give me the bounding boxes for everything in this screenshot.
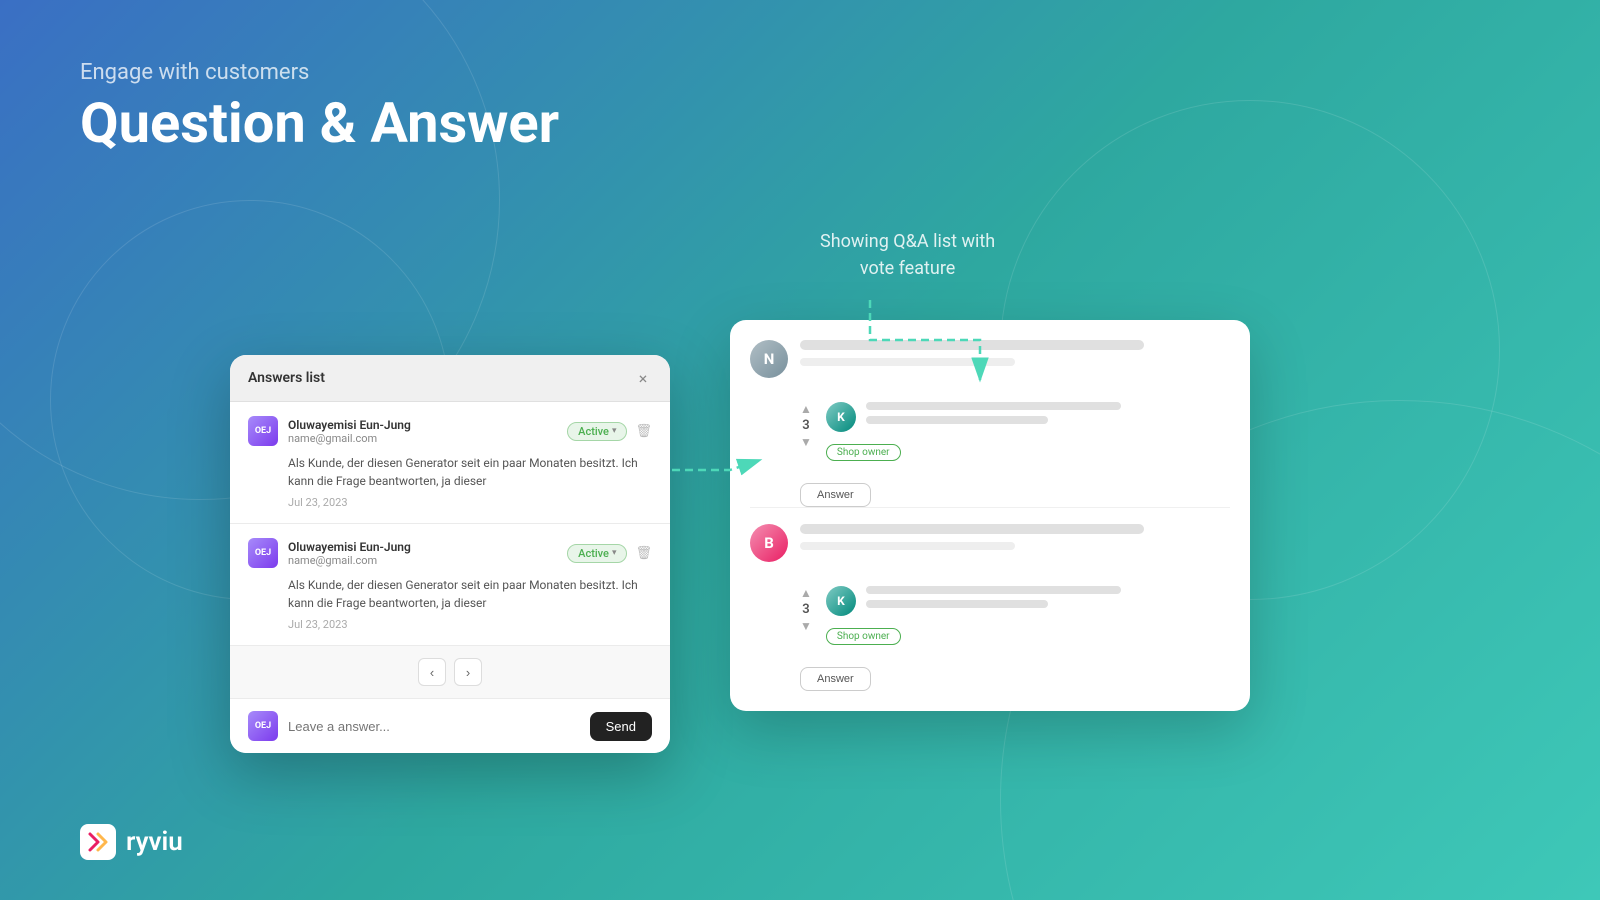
qa-panel: N ▲ 3 ▼ K Shop owner Answer B: [730, 320, 1250, 711]
qa-question-bar: [800, 340, 1144, 350]
reply-bar: [866, 402, 1121, 410]
qa-avatar-b: B: [750, 524, 788, 562]
header: Engage with customers Question & Answer: [80, 60, 559, 155]
chevron-down-icon: ▾: [612, 548, 617, 558]
answer-user: OEJ Oluwayemisi Eun-Jung name@gmail.com: [248, 416, 411, 446]
user-info: Oluwayemisi Eun-Jung name@gmail.com: [288, 540, 411, 567]
vote-column: ▲ 3 ▼: [800, 586, 812, 651]
pagination: ‹ ›: [230, 646, 670, 698]
answer-item: OEJ Oluwayemisi Eun-Jung name@gmail.com …: [230, 402, 670, 524]
answers-modal: Answers list × OEJ Oluwayemisi Eun-Jung …: [230, 355, 670, 753]
user-name: Oluwayemisi Eun-Jung: [288, 418, 411, 432]
vote-count: 3: [802, 602, 809, 617]
answer-text: Als Kunde, der diesen Generator seit ein…: [248, 576, 652, 612]
status-badge[interactable]: Active ▾: [567, 422, 627, 441]
qa-reply-block: K Shop owner: [826, 402, 1230, 467]
answer-actions: Active ▾ 🗑: [567, 544, 652, 563]
footer-avatar: OEJ: [248, 711, 278, 741]
answer-item-header: OEJ Oluwayemisi Eun-Jung name@gmail.com …: [248, 416, 652, 446]
divider: [750, 507, 1230, 508]
qa-reply-row: K: [826, 402, 1230, 432]
qa-content: [800, 340, 1230, 378]
qa-content: [800, 524, 1230, 562]
modal-body: OEJ Oluwayemisi Eun-Jung name@gmail.com …: [230, 402, 670, 646]
answer-button[interactable]: Answer: [800, 667, 871, 691]
reply-avatar: K: [826, 402, 856, 432]
avatar: OEJ: [248, 416, 278, 446]
reply-content: [866, 586, 1230, 614]
downvote-icon[interactable]: ▼: [800, 435, 812, 449]
next-page-button[interactable]: ›: [454, 658, 482, 686]
reply-bar-short: [866, 416, 1048, 424]
qa-reply-row: K: [826, 586, 1230, 616]
qa-question-bar: [800, 524, 1144, 534]
downvote-icon[interactable]: ▼: [800, 619, 812, 633]
shop-owner-badge: Shop owner: [826, 628, 901, 645]
vote-column: ▲ 3 ▼: [800, 402, 812, 467]
reply-bar-short: [866, 600, 1048, 608]
vote-count: 3: [802, 418, 809, 433]
user-name: Oluwayemisi Eun-Jung: [288, 540, 411, 554]
qa-question-bar-short: [800, 542, 1015, 550]
answer-user: OEJ Oluwayemisi Eun-Jung name@gmail.com: [248, 538, 411, 568]
answer-item: OEJ Oluwayemisi Eun-Jung name@gmail.com …: [230, 524, 670, 646]
qa-item: B: [750, 524, 1230, 562]
trash-icon[interactable]: 🗑: [635, 424, 652, 439]
prev-page-button[interactable]: ‹: [418, 658, 446, 686]
shop-owner-badge: Shop owner: [826, 444, 901, 461]
user-email: name@gmail.com: [288, 554, 411, 567]
qa-avatar-n: N: [750, 340, 788, 378]
answer-date: Jul 23, 2023: [248, 618, 652, 631]
chevron-down-icon: ▾: [612, 426, 617, 436]
qa-item: N: [750, 340, 1230, 378]
answer-actions: Active ▾ 🗑: [567, 422, 652, 441]
close-icon[interactable]: ×: [634, 369, 652, 387]
upvote-icon[interactable]: ▲: [800, 586, 812, 600]
vote-block: ▲ 3 ▼ K Shop owner: [800, 402, 1230, 467]
answer-input[interactable]: [288, 719, 580, 734]
answer-text: Als Kunde, der diesen Generator seit ein…: [248, 454, 652, 490]
page-title: Question & Answer: [80, 93, 559, 155]
answer-button[interactable]: Answer: [800, 483, 871, 507]
annotation-line2: vote feature: [820, 255, 995, 282]
qa-question-bar-short: [800, 358, 1015, 366]
reply-bar: [866, 586, 1121, 594]
header-subtitle: Engage with customers: [80, 60, 559, 85]
modal-footer: OEJ Send: [230, 698, 670, 753]
logo-text: ryviu: [126, 827, 183, 857]
logo-icon: [80, 824, 116, 860]
logo: ryviu: [80, 824, 183, 860]
avatar: OEJ: [248, 538, 278, 568]
annotation-line1: Showing Q&A list with: [820, 228, 995, 255]
user-email: name@gmail.com: [288, 432, 411, 445]
qa-reply-block: K Shop owner: [826, 586, 1230, 651]
answer-date: Jul 23, 2023: [248, 496, 652, 509]
upvote-icon[interactable]: ▲: [800, 402, 812, 416]
user-info: Oluwayemisi Eun-Jung name@gmail.com: [288, 418, 411, 445]
reply-avatar: K: [826, 586, 856, 616]
modal-title: Answers list: [248, 370, 325, 386]
send-button[interactable]: Send: [590, 712, 652, 741]
vote-block: ▲ 3 ▼ K Shop owner: [800, 586, 1230, 651]
annotation-text: Showing Q&A list with vote feature: [820, 228, 995, 282]
status-badge[interactable]: Active ▾: [567, 544, 627, 563]
trash-icon[interactable]: 🗑: [635, 546, 652, 561]
answer-item-header: OEJ Oluwayemisi Eun-Jung name@gmail.com …: [248, 538, 652, 568]
modal-header: Answers list ×: [230, 355, 670, 402]
reply-content: [866, 402, 1230, 430]
